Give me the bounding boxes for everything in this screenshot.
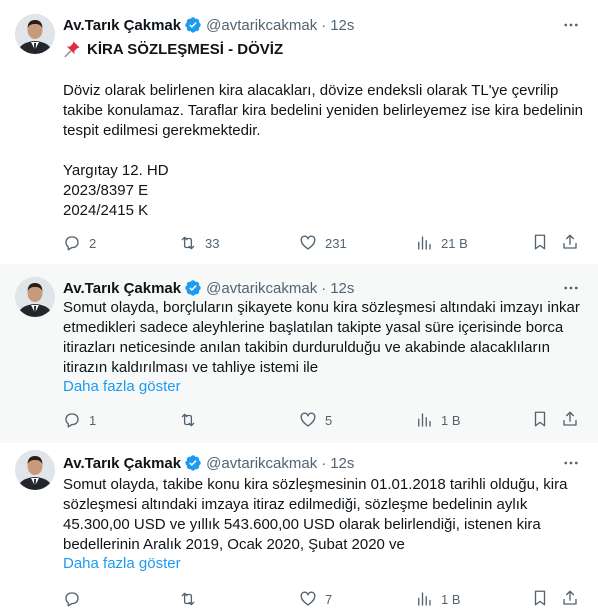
tweet-text: Somut olayda, takibe konu kira sözleşmes… bbox=[63, 476, 568, 553]
avatar[interactable] bbox=[15, 450, 55, 490]
retweet-icon bbox=[181, 592, 195, 606]
views-button[interactable]: 1 B bbox=[415, 410, 461, 430]
verified-badge-icon bbox=[184, 454, 202, 472]
separator-dot: · bbox=[321, 454, 327, 472]
show-more-link[interactable]: Daha fazla göster bbox=[63, 378, 181, 395]
like-count: 7 bbox=[325, 591, 333, 607]
tweet-text: Döviz olarak belirlenen kira alacakları,… bbox=[63, 82, 584, 219]
tweet[interactable]: Av.Tarık Çakmak @avtarikcakmak · 12s Som… bbox=[0, 443, 598, 612]
tweet[interactable]: Av.Tarık Çakmak @avtarikcakmak · 12s KİR… bbox=[0, 0, 598, 264]
tweet-text: Somut olayda, borçluların şikayete konu … bbox=[63, 299, 580, 376]
like-count: 5 bbox=[325, 412, 333, 428]
show-more-link[interactable]: Daha fazla göster bbox=[63, 555, 181, 572]
reply-button[interactable]: 1 bbox=[63, 410, 96, 430]
more-icon[interactable] bbox=[560, 277, 582, 299]
retweet-icon bbox=[181, 236, 195, 250]
more-icon[interactable] bbox=[560, 452, 582, 474]
reply-icon bbox=[65, 236, 79, 251]
like-icon bbox=[300, 591, 316, 606]
share-icon[interactable] bbox=[561, 233, 579, 251]
views-icon bbox=[418, 592, 431, 606]
action-bar: 1 5 1 B bbox=[63, 410, 583, 430]
tweet-header: Av.Tarık Çakmak @avtarikcakmak · 12s bbox=[63, 14, 354, 36]
reply-count: 2 bbox=[89, 235, 97, 251]
like-count: 231 bbox=[325, 235, 347, 251]
views-button[interactable]: 21 B bbox=[415, 233, 468, 253]
bookmark-icon[interactable] bbox=[531, 589, 549, 607]
tweet-header: Av.Tarık Çakmak @avtarikcakmak · 12s bbox=[63, 452, 354, 474]
bookmark-icon[interactable] bbox=[531, 410, 549, 428]
views-icon bbox=[418, 236, 431, 250]
verified-badge-icon bbox=[184, 16, 202, 34]
views-count: 21 B bbox=[441, 235, 468, 251]
timestamp[interactable]: 12s bbox=[330, 280, 354, 297]
like-button[interactable]: 231 bbox=[299, 233, 347, 253]
separator-dot: · bbox=[321, 16, 327, 34]
views-count: 1 B bbox=[441, 591, 461, 607]
timestamp[interactable]: 12s bbox=[330, 17, 354, 34]
pin-icon bbox=[63, 40, 81, 58]
avatar[interactable] bbox=[15, 14, 55, 54]
timestamp[interactable]: 12s bbox=[330, 455, 354, 472]
views-count: 1 B bbox=[441, 412, 461, 428]
like-button[interactable]: 7 bbox=[299, 589, 332, 609]
retweet-count: 33 bbox=[205, 235, 220, 251]
author-name[interactable]: Av.Tarık Çakmak bbox=[63, 455, 181, 472]
views-button[interactable]: 1 B bbox=[415, 589, 461, 609]
action-bar: 2 33 231 21 B bbox=[63, 233, 583, 253]
reply-icon bbox=[65, 413, 79, 428]
reply-icon bbox=[65, 592, 79, 607]
tweet[interactable]: Av.Tarık Çakmak @avtarikcakmak · 12s Som… bbox=[0, 264, 598, 443]
retweet-button[interactable] bbox=[179, 410, 205, 430]
share-icon[interactable] bbox=[561, 410, 579, 428]
reply-button[interactable] bbox=[63, 589, 89, 609]
tweet-header: Av.Tarık Çakmak @avtarikcakmak · 12s bbox=[63, 277, 354, 299]
tweet-title: KİRA SÖZLEŞMESİ - DÖVİZ bbox=[63, 40, 283, 58]
avatar[interactable] bbox=[15, 277, 55, 317]
author-name[interactable]: Av.Tarık Çakmak bbox=[63, 280, 181, 297]
verified-badge-icon bbox=[184, 279, 202, 297]
author-name[interactable]: Av.Tarık Çakmak bbox=[63, 17, 181, 34]
like-icon bbox=[300, 412, 316, 427]
retweet-button[interactable] bbox=[179, 589, 205, 609]
author-handle[interactable]: @avtarikcakmak bbox=[206, 280, 317, 297]
retweet-icon bbox=[181, 413, 195, 427]
action-bar: 7 1 B bbox=[63, 589, 583, 609]
like-icon bbox=[300, 235, 316, 250]
bookmark-icon[interactable] bbox=[531, 233, 549, 251]
share-icon[interactable] bbox=[561, 589, 579, 607]
author-handle[interactable]: @avtarikcakmak bbox=[206, 455, 317, 472]
views-icon bbox=[418, 413, 431, 427]
more-icon[interactable] bbox=[560, 14, 582, 36]
separator-dot: · bbox=[321, 279, 327, 297]
tweet-title-text: KİRA SÖZLEŞMESİ - DÖVİZ bbox=[87, 40, 284, 58]
like-button[interactable]: 5 bbox=[299, 410, 332, 430]
author-handle[interactable]: @avtarikcakmak bbox=[206, 17, 317, 34]
retweet-button[interactable]: 33 bbox=[179, 233, 219, 253]
reply-button[interactable]: 2 bbox=[63, 233, 96, 253]
reply-count: 1 bbox=[89, 412, 97, 428]
